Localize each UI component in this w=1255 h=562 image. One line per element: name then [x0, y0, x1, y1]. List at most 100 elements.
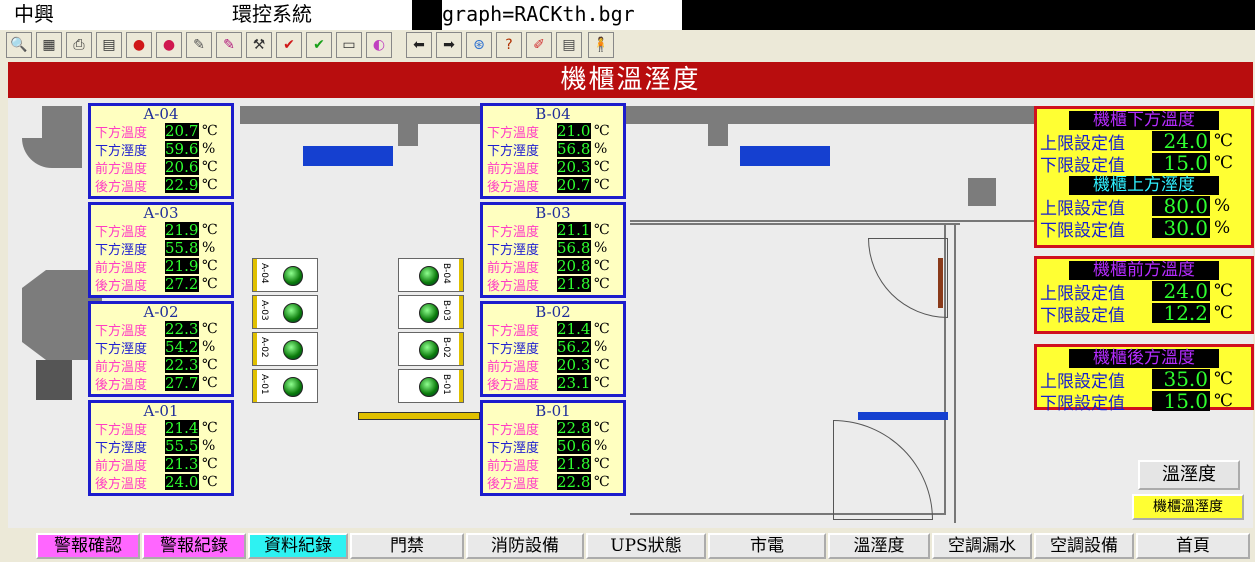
door-threshold	[858, 412, 948, 420]
rack-status-icon	[419, 377, 439, 397]
help-icon[interactable]: ?	[496, 32, 522, 58]
person-icon[interactable]: 🧍	[588, 32, 614, 58]
server-rack[interactable]: A-02	[252, 332, 318, 366]
mains-power-nav[interactable]: 市電	[708, 533, 826, 559]
check-red-icon[interactable]: ✔	[276, 32, 302, 58]
arrow-right-icon[interactable]: ➡	[436, 32, 462, 58]
front-temp-value: 20.6	[165, 158, 199, 176]
rack-stripe	[459, 333, 463, 365]
unit-label: ℃	[202, 420, 218, 436]
server-rack[interactable]: A-03	[252, 295, 318, 329]
unit-celsius: ℃	[1214, 391, 1234, 411]
arrow-left-icon[interactable]: ⬅	[406, 32, 432, 58]
fire-equipment-nav[interactable]: 消防設備	[466, 533, 584, 559]
rack-stripe	[253, 333, 257, 365]
network-icon[interactable]: ⊛	[466, 32, 492, 58]
server-rack[interactable]: B-02	[398, 332, 464, 366]
door-swing	[833, 420, 933, 520]
sensor-row: 下方溼度 56.8%	[483, 239, 623, 258]
rear-temp-upper-value[interactable]: 35.0	[1152, 369, 1210, 389]
rear-temp-value: 20.7	[557, 176, 591, 194]
rack-sensor-panel: A-01 下方溫度 21.4 ℃ 下方溼度 55.5% 前方溫度 21.3 ℃ 後方溫度 24.0 ℃	[88, 400, 234, 496]
bottom-temp-label: 下方溫度	[95, 422, 148, 438]
rack-sensor-panel: B-03 下方溫度 21.1 ℃ 下方溼度 56.8% 前方溫度 20.8 ℃ 後方溫度 21.8 ℃	[480, 202, 626, 298]
bottom-hum-label: 下方溼度	[487, 440, 540, 456]
rack-sensor-title: B-02	[535, 303, 571, 321]
bottom-hum-label: 下方溼度	[95, 242, 148, 258]
alarm-ack-nav[interactable]: 警報確認	[36, 533, 140, 559]
server-rack[interactable]: B-01	[398, 369, 464, 403]
temp-hum-button[interactable]: 溫溼度	[1138, 460, 1240, 490]
cable-tray	[358, 412, 480, 420]
aircon-unit	[740, 146, 830, 166]
printer-icon[interactable]: ⎙	[66, 32, 92, 58]
unit-label: %	[202, 141, 216, 157]
bottom-temp-upper-value[interactable]: 24.0	[1152, 131, 1210, 151]
rack-stripe	[459, 296, 463, 328]
ups-status-nav[interactable]: UPS狀態	[586, 533, 706, 559]
palette-icon[interactable]: ◐	[366, 32, 392, 58]
record-pink-icon[interactable]: ●	[156, 32, 182, 58]
pen-icon[interactable]: ✐	[526, 32, 552, 58]
top-hum-upper-value[interactable]: 80.0	[1152, 196, 1210, 216]
data-log-nav[interactable]: 資料紀錄	[248, 533, 348, 559]
rack-sensor-title: B-01	[535, 402, 571, 420]
unit-label: %	[202, 339, 216, 355]
duct-segment	[620, 106, 840, 124]
edit-icon[interactable]: ✎	[186, 32, 212, 58]
rack-status-icon	[419, 303, 439, 323]
rear-temp-label: 後方溫度	[487, 476, 540, 492]
rack-sensor-panel: A-02 下方溫度 22.3 ℃ 下方溼度 54.2% 前方溫度 22.3 ℃ 後方溫度 27.7 ℃	[88, 301, 234, 397]
bottom-hum-label: 下方溼度	[95, 440, 148, 456]
top-hum-lower-value[interactable]: 30.0	[1152, 218, 1210, 238]
sensor-row: 後方溫度 23.1 ℃	[483, 374, 623, 393]
home-nav[interactable]: 首頁	[1136, 533, 1250, 559]
scroll-icon[interactable]: ▤	[556, 32, 582, 58]
check-green-icon[interactable]: ✔	[306, 32, 332, 58]
equipment-box	[36, 360, 72, 400]
rear-temp-settings-panel: 機櫃後方溫度 上限設定值 35.0 ℃ 下限設定值 15.0 ℃	[1034, 344, 1254, 414]
window-icon[interactable]: ▭	[336, 32, 362, 58]
front-temp-lower-value[interactable]: 12.2	[1152, 303, 1210, 323]
server-rack[interactable]: B-04	[398, 258, 464, 292]
tools-icon[interactable]: ⚒	[246, 32, 272, 58]
rack-temp-hum-button[interactable]: 機櫃溫溼度	[1132, 494, 1244, 520]
unit-label: ℃	[594, 375, 610, 391]
calculator-icon[interactable]: ▦	[36, 32, 62, 58]
toolbar: 🔍 ▦ ⎙ ▤ ● ● ✎ ✎ ⚒ ✔ ✔ ▭ ◐ ⬅ ➡ ⊛? ✐ ▤ 🧍	[0, 30, 1255, 62]
front-temp-value: 21.3	[165, 455, 199, 473]
sensor-row: 後方溫度 24.0 ℃	[91, 473, 231, 492]
ac-leak-nav[interactable]: 空調漏水	[932, 533, 1032, 559]
front-temp-value: 20.3	[557, 356, 591, 374]
rack-label: A-03	[259, 300, 269, 321]
front-temp-value: 21.9	[165, 257, 199, 275]
unit-label: ℃	[594, 357, 610, 373]
lower-limit-label: 下限設定值	[1040, 155, 1125, 176]
sensor-row: 下方溼度 56.2%	[483, 338, 623, 357]
sensor-row: 下方溫度 21.1 ℃	[483, 221, 623, 240]
server-rack[interactable]: B-03	[398, 295, 464, 329]
sensor-row: 下方溫度 20.7 ℃	[91, 122, 231, 141]
unit-label: ℃	[594, 321, 610, 337]
bottom-temp-value: 21.9	[165, 221, 199, 239]
bottom-hum-value: 54.2	[165, 338, 199, 356]
rear-temp-label: 後方溫度	[95, 278, 148, 294]
temp-hum-nav[interactable]: 溫溼度	[828, 533, 930, 559]
chart-icon[interactable]: ▤	[96, 32, 122, 58]
access-control-nav[interactable]: 門禁	[350, 533, 464, 559]
bottom-temp-lower-value[interactable]: 15.0	[1152, 153, 1210, 173]
server-rack[interactable]: A-04	[252, 258, 318, 292]
wall	[954, 223, 956, 523]
settings-title: 機櫃下方溫度	[1069, 111, 1219, 130]
ac-equipment-nav[interactable]: 空調設備	[1034, 533, 1134, 559]
rack-sensor-title: A-03	[143, 204, 179, 222]
rear-temp-lower-value[interactable]: 15.0	[1152, 391, 1210, 411]
server-rack[interactable]: A-01	[252, 369, 318, 403]
sensor-row: 前方溫度 20.6 ℃	[91, 158, 231, 177]
alarm-log-nav[interactable]: 警報紀錄	[142, 533, 246, 559]
front-temp-upper-value[interactable]: 24.0	[1152, 281, 1210, 301]
edit-color-icon[interactable]: ✎	[216, 32, 242, 58]
search-icon[interactable]: 🔍	[6, 32, 32, 58]
record-red-icon[interactable]: ●	[126, 32, 152, 58]
sensor-row: 下方溼度 55.8%	[91, 239, 231, 258]
